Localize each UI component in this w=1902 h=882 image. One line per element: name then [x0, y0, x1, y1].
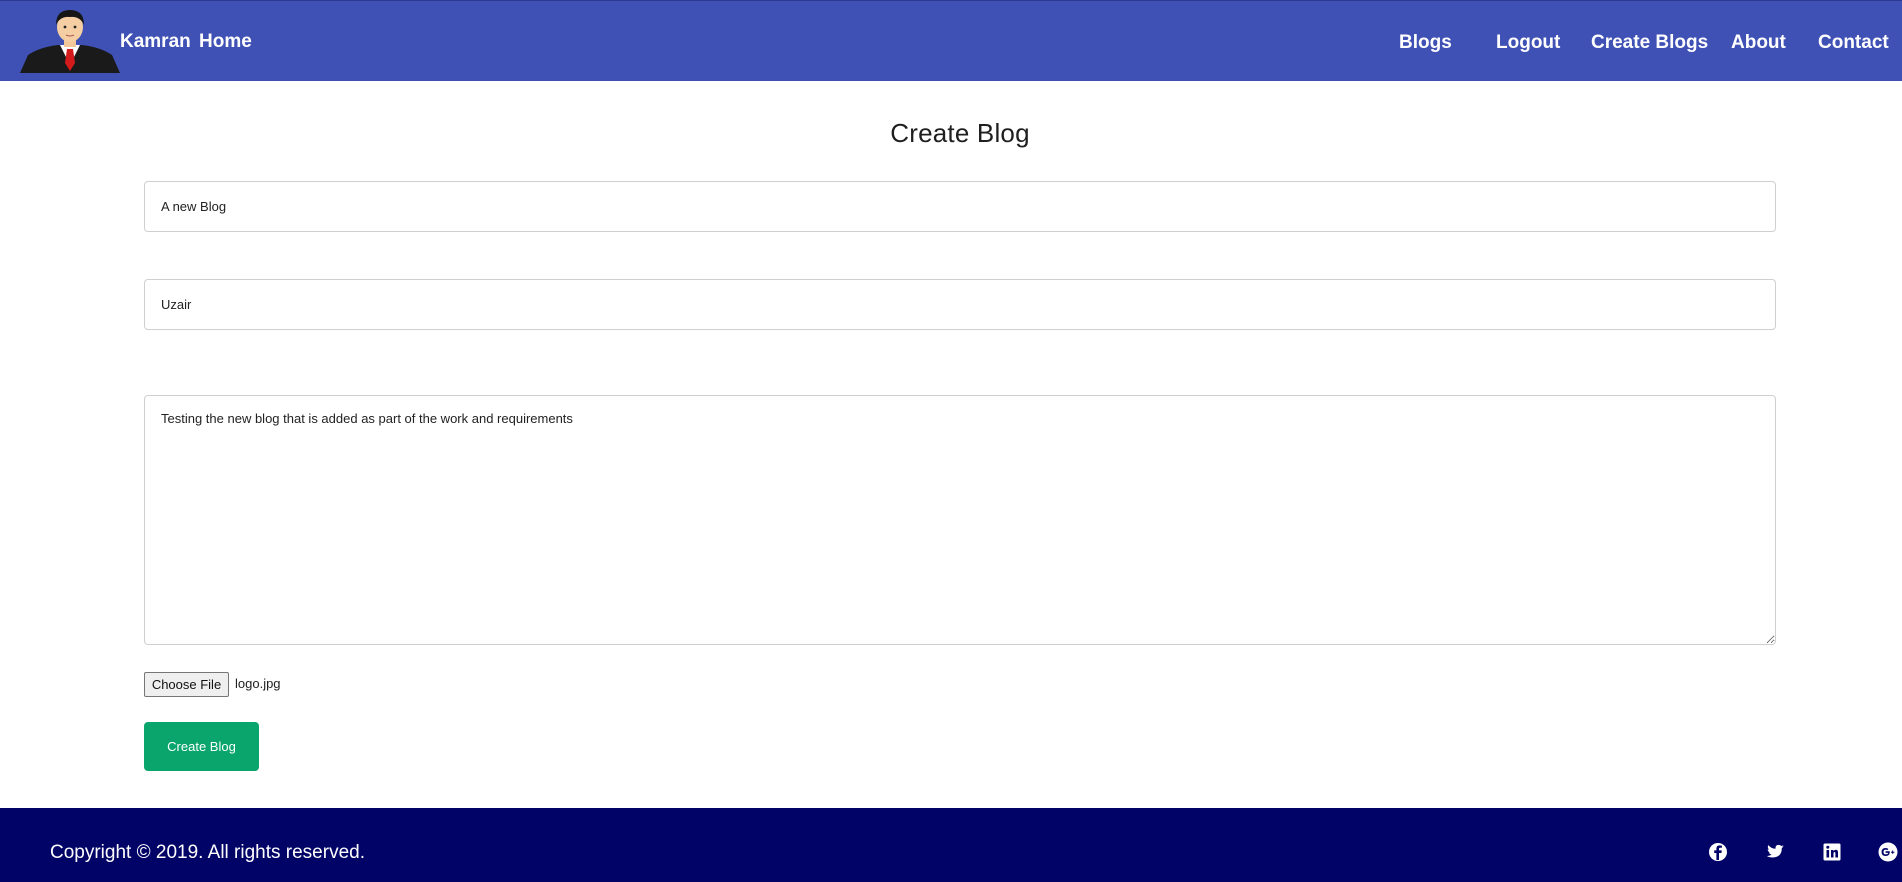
- linkedin-icon[interactable]: [1822, 842, 1842, 862]
- avatar[interactable]: [18, 5, 122, 73]
- brand-link[interactable]: Kamran: [120, 31, 191, 53]
- create-blog-button[interactable]: Create Blog: [144, 722, 259, 771]
- twitter-icon[interactable]: [1765, 842, 1785, 862]
- nav-home[interactable]: Home: [199, 31, 252, 53]
- footer: Copyright © 2019. All rights reserved.: [0, 808, 1902, 882]
- blog-body-textarea[interactable]: Testing the new blog that is added as pa…: [144, 395, 1776, 645]
- selected-file-name: logo.jpg: [235, 676, 281, 691]
- nav-logout[interactable]: Logout: [1496, 32, 1560, 54]
- copyright-text: Copyright © 2019. All rights reserved.: [50, 842, 365, 863]
- nav-about[interactable]: About: [1731, 32, 1786, 54]
- nav-contact[interactable]: Contact: [1818, 32, 1889, 54]
- page-title: Create Blog: [890, 118, 1030, 148]
- facebook-icon[interactable]: [1708, 842, 1728, 862]
- google-plus-icon[interactable]: [1878, 842, 1898, 862]
- choose-file-button[interactable]: Choose File: [144, 672, 229, 697]
- blog-title-input[interactable]: [144, 181, 1776, 232]
- navbar: Kamran Home Blogs Logout Create Blogs Ab…: [0, 0, 1902, 81]
- nav-blogs[interactable]: Blogs: [1399, 32, 1452, 54]
- author-input[interactable]: [144, 279, 1776, 330]
- nav-create-blogs[interactable]: Create Blogs: [1591, 32, 1708, 54]
